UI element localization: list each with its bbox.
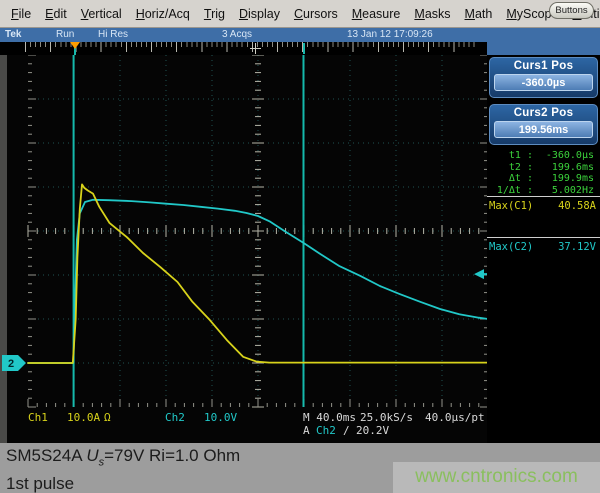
- menu-item-display[interactable]: Display: [232, 4, 287, 24]
- trigger-slope-icon: ∕: [343, 424, 350, 437]
- menu-item-masks[interactable]: Masks: [407, 4, 457, 24]
- preview-bar-right-fill: [487, 42, 600, 55]
- caption-bar: SM5S24A Us=79V Ri=1.0 Ohm 1st pulse www.…: [0, 443, 600, 493]
- acquisition-preview-bar: [0, 42, 600, 55]
- acquisition-mode: Hi Res: [98, 29, 128, 40]
- cursor2-value[interactable]: 199.56ms: [494, 121, 593, 138]
- separator: [487, 196, 600, 197]
- device-name: SM5S24A: [6, 446, 82, 465]
- menu-item-file[interactable]: File: [4, 4, 38, 24]
- t2-value: 199.6ms: [533, 162, 598, 174]
- resolution: 40.0µs/pt: [425, 411, 485, 424]
- trigger-position-icon[interactable]: [70, 42, 80, 49]
- max-c2-label: Max(C2): [489, 241, 533, 253]
- cursor1-value[interactable]: -360.0µs: [494, 74, 593, 91]
- preview-center-cross-v: [255, 43, 256, 54]
- test-conditions: =79V Ri=1.0 Ohm: [104, 446, 240, 465]
- menu-item-vertical[interactable]: Vertical: [74, 4, 129, 24]
- t1-label: t1 :: [487, 150, 533, 162]
- menu-item-edit[interactable]: Edit: [38, 4, 74, 24]
- inv-dt-value: 5.002Hz: [533, 185, 598, 197]
- t2-label: t2 :: [487, 162, 533, 174]
- menu-item-trig[interactable]: Trig: [197, 4, 232, 24]
- ch2-label[interactable]: Ch2: [165, 411, 185, 424]
- trigger-level-arrow-icon[interactable]: [474, 269, 484, 279]
- cursor-readout-block: t1 :-360.0µs t2 :199.6ms Δt :199.9ms 1/Δ…: [487, 150, 598, 196]
- display-area: 2 Ch1 10.0A Ω Ch2 10.0V M 40.0ms 25.0kS/…: [0, 55, 600, 443]
- max-c2-value: 37.12V: [558, 241, 596, 253]
- menu-item-cursors[interactable]: Cursors: [287, 4, 345, 24]
- ch2-scale[interactable]: 10.0V: [204, 411, 237, 424]
- trigger-prefix: A: [303, 424, 310, 437]
- preview-cursor2-mark: [303, 43, 305, 54]
- ch2-ground-marker-label: 2: [8, 358, 14, 370]
- trace-ch2-voltage[interactable]: [28, 200, 488, 363]
- timebase-readout: M 40.0ms: [303, 411, 356, 424]
- preview-strip: [0, 42, 487, 55]
- max-c1-value: 40.58A: [558, 200, 596, 212]
- ch1-scale[interactable]: 10.0A: [67, 411, 100, 424]
- inv-dt-label: 1/Δt :: [487, 185, 533, 197]
- separator: [487, 237, 600, 238]
- status-bar: Tek Run Hi Res 3 Acqs 13 Jan 12 17:09:26: [0, 28, 600, 42]
- acquisition-count: 3 Acqs: [222, 29, 252, 40]
- menu-item-math[interactable]: Math: [458, 4, 500, 24]
- cursor2-position-control[interactable]: Curs2 Pos 199.56ms: [489, 104, 598, 145]
- measurement-max-c2: Max(C2) 37.12V: [488, 241, 599, 253]
- acquisition-state: Run: [56, 29, 74, 40]
- oscilloscope-screen: FileEditVerticalHoriz/AcqTrigDisplayCurs…: [0, 0, 600, 493]
- ch1-label[interactable]: Ch1: [28, 411, 48, 424]
- dt-value: 199.9ms: [533, 173, 598, 185]
- cursor1-position-control[interactable]: Curs1 Pos -360.0µs: [489, 57, 598, 98]
- dt-label: Δt :: [487, 173, 533, 185]
- ch1-coupling: Ω: [104, 411, 111, 424]
- tek-logo: Tek: [5, 29, 22, 40]
- cursor1-title: Curs1 Pos: [494, 60, 593, 72]
- buttons-button[interactable]: Buttons: [549, 2, 594, 19]
- measurement-max-c1: Max(C1) 40.58A: [488, 200, 599, 212]
- trigger-level: 20.2V: [356, 424, 389, 437]
- t1-value: -360.0µs: [533, 150, 598, 162]
- trigger-source: Ch2: [316, 424, 336, 437]
- watermark: www.cntronics.com: [393, 462, 600, 493]
- right-readout-panel: Curs1 Pos -360.0µs Curs2 Pos 199.56ms t1…: [487, 55, 600, 443]
- sample-rate: 25.0kS/s: [360, 411, 413, 424]
- datetime: 13 Jan 12 17:09:26: [347, 29, 433, 40]
- menubar: FileEditVerticalHoriz/AcqTrigDisplayCurs…: [0, 0, 600, 28]
- menu-item-horiz-acq[interactable]: Horiz/Acq: [129, 4, 197, 24]
- menu-item-measure[interactable]: Measure: [345, 4, 408, 24]
- us-symbol: U: [86, 446, 98, 465]
- max-c1-label: Max(C1): [489, 200, 533, 212]
- cursor2-title: Curs2 Pos: [494, 107, 593, 119]
